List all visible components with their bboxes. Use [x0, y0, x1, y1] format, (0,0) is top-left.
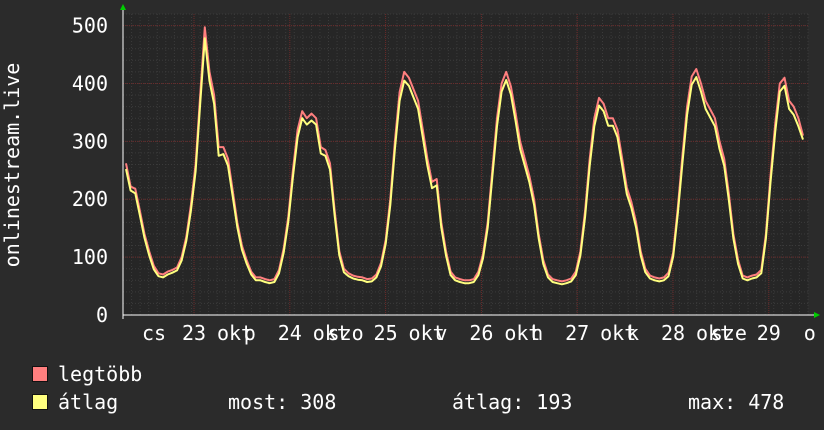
- x-tick-label: 26: [469, 321, 493, 345]
- stat-now: most: 308: [228, 390, 337, 414]
- legend-label-max: legtöbb: [58, 362, 143, 386]
- y-tick-label: 400: [72, 71, 108, 95]
- x-tick-label: 24: [278, 321, 302, 345]
- x-tick-label: 29: [757, 321, 781, 345]
- y-tick-label: 0: [96, 303, 108, 327]
- stat-average: átlag: 193: [452, 390, 573, 414]
- chart-grid: [122, 13, 809, 316]
- stat-max: max: 478: [688, 390, 785, 414]
- y-tick-label: 300: [72, 129, 108, 153]
- x-tick-label: 25: [374, 321, 398, 345]
- legend-swatch-avg: [32, 394, 48, 410]
- x-tick-label: cs: [142, 321, 166, 345]
- y-axis-tick-labels: 0 100 200 300 400 500: [72, 14, 108, 327]
- line-chart: 0100200300400500 cs 23 oktp 24 oktszo 25 oktv 2…: [0, 4, 820, 345]
- y-tick-label: 100: [72, 245, 108, 269]
- x-tick-label: v: [435, 321, 447, 345]
- legend-swatch-max: [32, 366, 48, 382]
- y-tick-label: 200: [72, 187, 108, 211]
- x-tick-label: sze: [711, 321, 747, 345]
- x-tick-label: 27: [565, 321, 589, 345]
- x-tick-label: 23: [182, 321, 206, 345]
- x-tick-label: k: [627, 321, 639, 345]
- y-tick-label: 500: [72, 14, 108, 38]
- x-axis-arrow-icon: [814, 312, 820, 318]
- x-axis-tick-labels: cs 23 oktp 24 oktszo 25 oktv 26 okth 27 oktk 28 okts…: [142, 321, 816, 345]
- x-tick-label: 28: [661, 321, 685, 345]
- legend-label-avg: átlag: [58, 390, 119, 414]
- x-tick-label: szo: [328, 321, 364, 345]
- y-axis-arrow-icon: [120, 4, 126, 10]
- x-tick-label: h: [531, 321, 543, 345]
- x-tick-label: o: [804, 321, 816, 345]
- x-tick-label: p: [244, 321, 256, 345]
- y-axis-label: onlinestream.live: [0, 63, 24, 268]
